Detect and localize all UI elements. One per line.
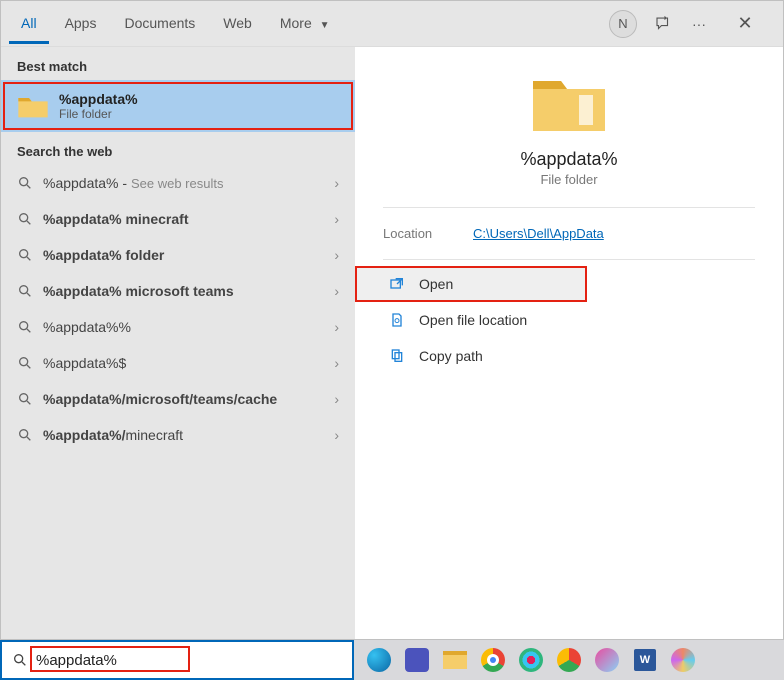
folder-icon-large (529, 67, 609, 137)
search-icon (17, 319, 33, 335)
search-icon (17, 247, 33, 263)
app-word[interactable]: W (628, 644, 662, 676)
chevron-right-icon: › (334, 283, 339, 299)
tab-all[interactable]: All (9, 3, 49, 44)
chevron-right-icon: › (334, 427, 339, 443)
preview-subtitle: File folder (540, 172, 597, 187)
search-icon (17, 427, 33, 443)
web-result[interactable]: %appdata% microsoft teams › (1, 273, 355, 309)
app-snip[interactable] (590, 644, 624, 676)
search-icon (17, 211, 33, 227)
chevron-right-icon: › (334, 211, 339, 227)
app-paint[interactable] (666, 644, 700, 676)
best-match-subtitle: File folder (59, 107, 138, 121)
action-open[interactable]: Open (355, 266, 587, 302)
copy-icon (389, 348, 405, 364)
filter-tabs: All Apps Documents Web More ▼ N ··· ✕ (1, 1, 783, 47)
web-result[interactable]: %appdata% folder › (1, 237, 355, 273)
chevron-right-icon: › (334, 247, 339, 263)
app-chrome[interactable] (476, 644, 510, 676)
more-icon[interactable]: ··· (689, 14, 709, 34)
search-icon (17, 391, 33, 407)
preview-pane: %appdata% File folder Location C:\Users\… (355, 47, 783, 639)
feedback-icon[interactable] (653, 14, 673, 34)
action-open-file-location[interactable]: Open file location (355, 302, 783, 338)
preview-title: %appdata% (520, 149, 617, 170)
windows-search-panel: All Apps Documents Web More ▼ N ··· ✕ Be… (0, 0, 784, 640)
search-input[interactable] (36, 652, 342, 669)
chevron-down-icon: ▼ (320, 20, 330, 31)
search-web-label: Search the web (1, 132, 355, 165)
tab-web[interactable]: Web (211, 3, 264, 44)
web-result[interactable]: %appdata% minecraft › (1, 201, 355, 237)
app-slack[interactable] (514, 644, 548, 676)
chevron-right-icon: › (334, 391, 339, 407)
web-result[interactable]: %appdata%$ › (1, 345, 355, 381)
search-icon (17, 283, 33, 299)
best-match-title: %appdata% (59, 91, 138, 107)
open-icon (389, 276, 405, 292)
web-result[interactable]: %appdata%/microsoft/teams/cache › (1, 381, 355, 417)
app-teams[interactable] (400, 644, 434, 676)
location-label: Location (383, 226, 473, 241)
taskbar-search[interactable] (0, 640, 354, 680)
results-list: Best match %appdata% File folder Search … (1, 47, 355, 639)
app-chrome-alt[interactable] (552, 644, 586, 676)
location-link[interactable]: C:\Users\Dell\AppData (473, 226, 604, 241)
taskbar: W (0, 640, 784, 680)
app-edge[interactable] (362, 644, 396, 676)
close-icon[interactable]: ✕ (725, 9, 765, 39)
tab-apps[interactable]: Apps (53, 3, 109, 44)
best-match-item[interactable]: %appdata% File folder (1, 80, 355, 132)
file-location-icon (389, 312, 405, 328)
tab-more[interactable]: More ▼ (268, 3, 342, 44)
chevron-right-icon: › (334, 319, 339, 335)
web-result[interactable]: %appdata%% › (1, 309, 355, 345)
web-result[interactable]: %appdata%/minecraft › (1, 417, 355, 453)
tab-documents[interactable]: Documents (112, 3, 207, 44)
user-avatar[interactable]: N (609, 10, 637, 38)
app-explorer[interactable] (438, 644, 472, 676)
chevron-right-icon: › (334, 355, 339, 371)
search-icon (17, 355, 33, 371)
best-match-label: Best match (1, 47, 355, 80)
chevron-right-icon: › (334, 175, 339, 191)
taskbar-apps: W (354, 644, 700, 676)
web-result[interactable]: %appdata% - See web results › (1, 165, 355, 201)
action-copy-path[interactable]: Copy path (355, 338, 783, 374)
search-icon (12, 652, 28, 668)
search-icon (17, 175, 33, 191)
folder-icon (17, 90, 49, 122)
